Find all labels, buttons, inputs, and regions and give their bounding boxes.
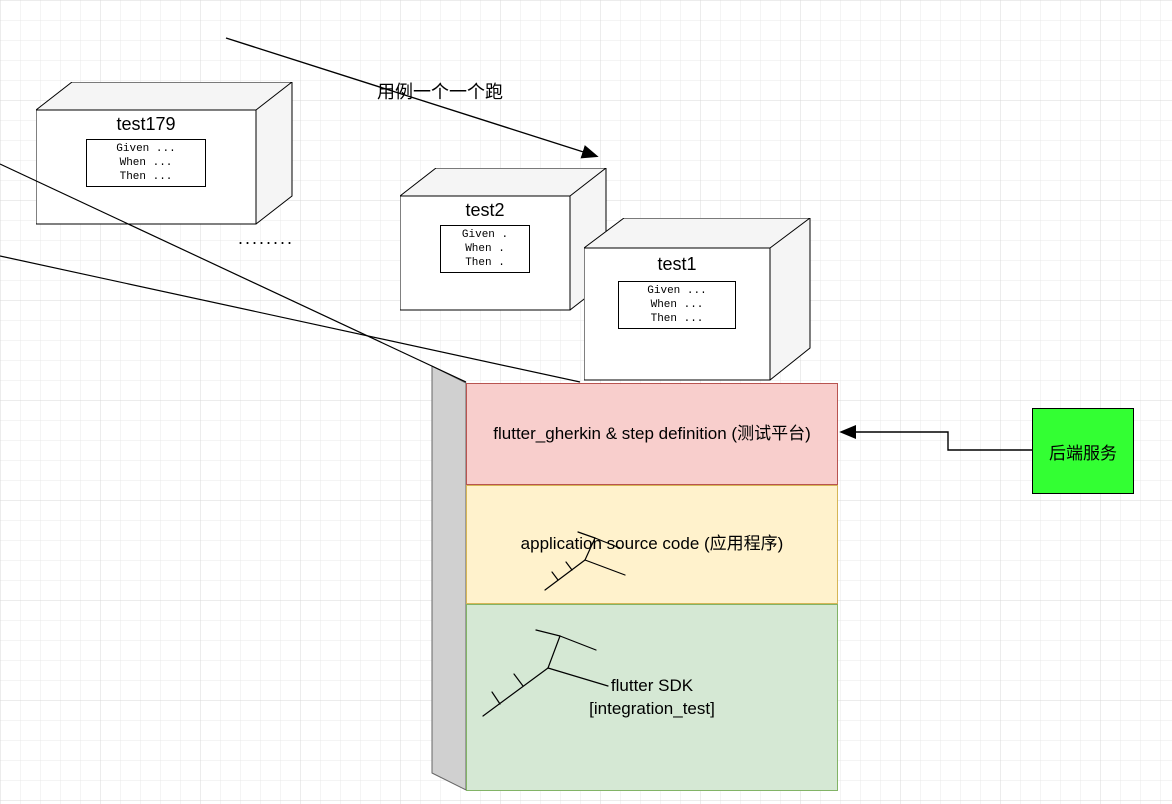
gherkin-box: Given ... When ... Then ... (86, 139, 206, 187)
test-title: test2 (400, 200, 570, 221)
test-title: test179 (36, 114, 256, 135)
test-box-2: test2 Given . When . Then . (400, 168, 610, 318)
backend-service-box: 后端服务 (1032, 408, 1134, 494)
top-label: 用例一个一个跑 (350, 78, 530, 104)
stack-layer-gherkin: flutter_gherkin & step definition (测试平台) (466, 383, 838, 485)
ellipsis: ........ (238, 228, 294, 249)
test-box-179: test179 Given ... When ... Then ... (36, 82, 296, 232)
twig-icon (478, 628, 618, 728)
test-title: test1 (584, 254, 770, 275)
gherkin-given: Given ... (625, 284, 729, 298)
stack-layer-gherkin-label: flutter_gherkin & step definition (测试平台) (493, 423, 810, 446)
gherkin-box: Given ... When ... Then ... (618, 281, 736, 329)
gherkin-box: Given . When . Then . (440, 225, 530, 273)
gherkin-when: When ... (625, 298, 729, 312)
diagram-canvas: { "top_label": "用例一个一个跑", "ellipsis": ".… (0, 0, 1172, 804)
gherkin-then: Then ... (93, 170, 199, 184)
gherkin-when: When ... (93, 156, 199, 170)
gherkin-then: Then ... (625, 312, 729, 326)
test-box-1: test1 Given ... When ... Then ... (584, 218, 814, 388)
stack-layer-sdk-line1: flutter SDK (611, 676, 693, 695)
stack-layer-app: application source code (应用程序) (466, 485, 838, 604)
twig-icon (540, 530, 630, 600)
backend-service-label: 后端服务 (1049, 439, 1117, 464)
gherkin-when: When . (447, 242, 523, 256)
gherkin-given: Given . (447, 228, 523, 242)
gherkin-given: Given ... (93, 142, 199, 156)
gherkin-then: Then . (447, 256, 523, 270)
